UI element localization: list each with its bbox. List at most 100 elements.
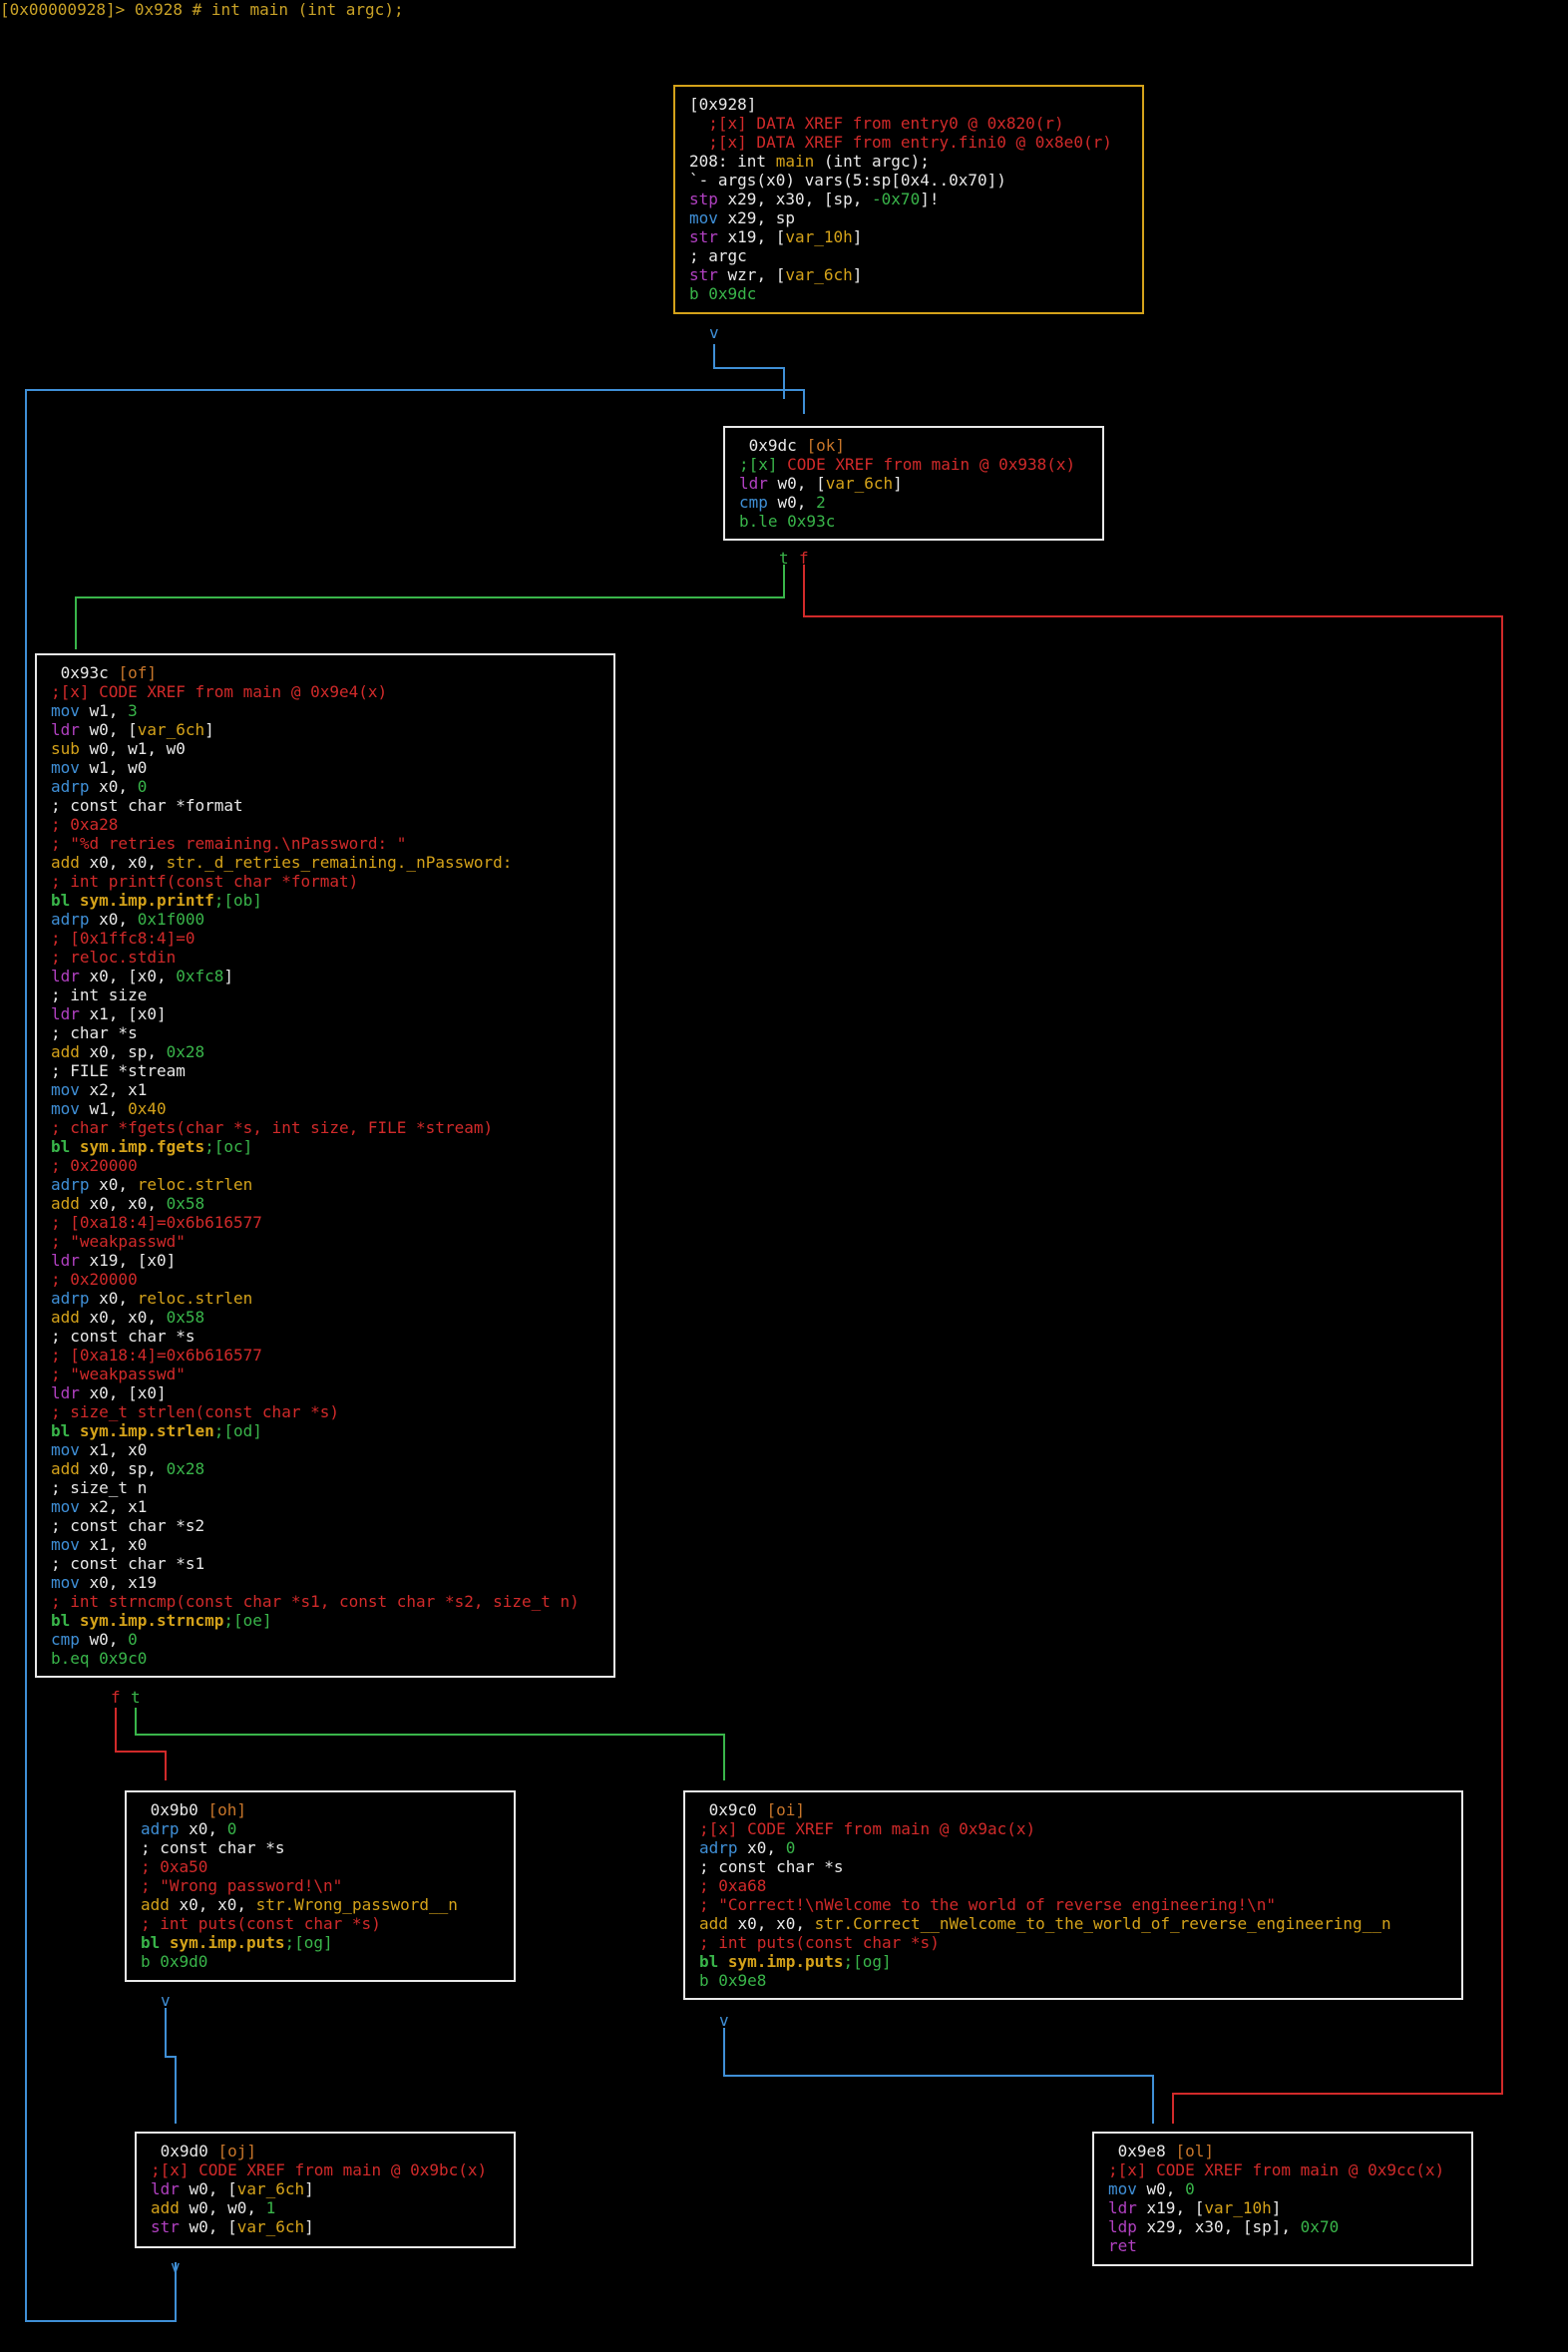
asm-line: 0x9dc [ok]	[739, 436, 1090, 455]
asm-token: mov	[51, 1440, 80, 1459]
basic-block-0x928[interactable]: [0x928] ;[x] DATA XREF from entry0 @ 0x8…	[673, 85, 1144, 314]
asm-line: mov w0, 0	[1108, 2179, 1459, 2198]
asm-token: `- args(x0) vars(5:sp[0x4..0x70])	[689, 171, 1006, 190]
asm-line: mov x0, x19	[51, 1573, 601, 1592]
asm-line: bl sym.imp.strncmp;[oe]	[51, 1611, 601, 1630]
asm-line: adrp x0, 0x1f000	[51, 910, 601, 929]
asm-line: mov x2, x1	[51, 1497, 601, 1516]
asm-token: 0x58	[166, 1194, 205, 1213]
asm-token: 208: int	[689, 152, 776, 171]
basic-block-0x93c[interactable]: 0x93c [of] ;[x] CODE XREF from main @ 0x9…	[35, 653, 615, 1678]
asm-token: 0x1f000	[137, 910, 205, 929]
asm-line: 0x93c [of]	[51, 663, 601, 682]
asm-line: b.le 0x93c	[739, 512, 1090, 531]
asm-token: sym.imp.fgets	[79, 1137, 205, 1156]
asm-token: ;[x] DATA XREF from entry0 @ 0x820(r)	[689, 114, 1064, 133]
asm-token: mov	[51, 1497, 80, 1516]
asm-token: ;[oe]	[223, 1611, 272, 1630]
asm-line: ; 0xa50	[141, 1857, 502, 1876]
asm-token: bl	[51, 1137, 80, 1156]
asm-token: mov	[51, 1535, 80, 1554]
asm-line: b 0x9e8	[699, 1971, 1449, 1990]
asm-line: ; const char *s	[51, 1327, 601, 1346]
asm-token: x19, [	[717, 227, 786, 246]
asm-token: ldr	[151, 2179, 180, 2198]
asm-token: reloc.strlen	[137, 1289, 253, 1308]
asm-token: adrp	[51, 777, 90, 796]
asm-line: ;[x] CODE XREF from main @ 0x9cc(x)	[1108, 2160, 1459, 2179]
asm-line: ;[x] CODE XREF from main @ 0x9bc(x)	[151, 2160, 502, 2179]
asm-token: 2	[816, 493, 826, 512]
asm-line: sub w0, w1, w0	[51, 739, 601, 758]
asm-token: x0, sp,	[79, 1459, 167, 1478]
asm-token: x0, sp,	[79, 1042, 167, 1061]
asm-token: mov	[51, 1080, 80, 1099]
asm-token: (int argc);	[814, 152, 930, 171]
asm-token: x2, x1	[79, 1080, 148, 1099]
basic-block-0x9b0[interactable]: 0x9b0 [oh] adrp x0, 0; const char *s; 0xa…	[125, 1790, 516, 1982]
asm-line: ldr w0, [var_6ch]	[51, 720, 601, 739]
asm-token: x0,	[89, 1289, 138, 1308]
asm-line: ; [0xa18:4]=0x6b616577	[51, 1346, 601, 1365]
asm-token: b 0x9dc	[689, 284, 757, 303]
basic-block-0x9e8[interactable]: 0x9e8 [ol] ;[x] CODE XREF from main @ 0x9…	[1092, 2132, 1473, 2266]
asm-line: ; char *fgets(char *s, int size, FILE *s…	[51, 1118, 601, 1137]
asm-line: ; int strncmp(const char *s1, const char…	[51, 1592, 601, 1611]
asm-token: x1, x0	[79, 1440, 148, 1459]
asm-token: x0, x0,	[169, 1895, 256, 1914]
asm-token: w1, w0	[79, 758, 148, 777]
asm-token: adrp	[141, 1819, 180, 1838]
asm-line: `- args(x0) vars(5:sp[0x4..0x70])	[689, 171, 1130, 190]
asm-token: ; 0xa68	[699, 1876, 767, 1895]
asm-line: ; "Wrong password!\n"	[141, 1876, 502, 1895]
asm-token: str	[689, 265, 718, 284]
asm-token: mov	[689, 208, 718, 227]
asm-token: ; int puts(const char *s)	[699, 1933, 940, 1952]
asm-line: b 0x9d0	[141, 1952, 502, 1971]
asm-token: [oh]	[207, 1800, 246, 1819]
asm-line: ;[x] CODE XREF from main @ 0x9e4(x)	[51, 682, 601, 701]
asm-token: ; int printf(const char *format)	[51, 872, 359, 891]
asm-token: 0x40	[128, 1099, 167, 1118]
asm-token: ; "Correct!\nWelcome to the world of rev…	[699, 1895, 1276, 1914]
asm-token: ;[og]	[284, 1933, 333, 1952]
asm-token: x1, [x0]	[79, 1004, 167, 1023]
asm-token: ]	[893, 474, 903, 493]
asm-token: mov	[51, 758, 80, 777]
edge-label-f-93c: f	[111, 1688, 121, 1707]
asm-line: 0x9c0 [oi]	[699, 1800, 1449, 1819]
asm-token: mov	[51, 1099, 80, 1118]
asm-token: 0x93c	[51, 663, 119, 682]
asm-line: ldr x0, [x0]	[51, 1383, 601, 1402]
asm-token: ; char *fgets(char *s, int size, FILE *s…	[51, 1118, 494, 1137]
asm-token: main	[775, 152, 815, 171]
basic-block-0x9c0[interactable]: 0x9c0 [oi] ;[x] CODE XREF from main @ 0x9…	[683, 1790, 1463, 2000]
asm-token: b.le 0x93c	[739, 512, 836, 531]
asm-line: adrp x0, 0	[141, 1819, 502, 1838]
asm-token: sym.imp.puts	[727, 1952, 844, 1971]
asm-line: ldr x19, [var_10h]	[1108, 2198, 1459, 2217]
asm-line: ; int printf(const char *format)	[51, 872, 601, 891]
asm-token: ldr	[51, 1004, 80, 1023]
asm-token: 0xfc8	[176, 967, 224, 985]
asm-line: ; "Correct!\nWelcome to the world of rev…	[699, 1895, 1449, 1914]
asm-token: mov	[51, 1573, 80, 1592]
asm-token: str.Correct__nWelcome_to_the_world_of_re…	[814, 1914, 1391, 1933]
asm-token: var_6ch	[825, 474, 894, 493]
asm-token: w0, [	[179, 2217, 237, 2236]
asm-line: b 0x9dc	[689, 284, 1130, 303]
asm-line: str w0, [var_6ch]	[151, 2217, 502, 2236]
asm-line: adrp x0, reloc.strlen	[51, 1175, 601, 1194]
asm-token: ; const char *format	[51, 796, 243, 815]
asm-line: ; "%d retries remaining.\nPassword: "	[51, 834, 601, 853]
asm-token: ldr	[51, 967, 80, 985]
asm-line: bl sym.imp.fgets;[oc]	[51, 1137, 601, 1156]
asm-token: bl	[51, 891, 80, 910]
edge-label-v-9b0: v	[161, 1991, 171, 2010]
asm-token: w1,	[79, 701, 129, 720]
asm-line: ; const char *s2	[51, 1516, 601, 1535]
basic-block-0x9d0[interactable]: 0x9d0 [oj] ;[x] CODE XREF from main @ 0x9…	[135, 2132, 516, 2248]
basic-block-0x9dc[interactable]: 0x9dc [ok] ;[x] CODE XREF from main @ 0x9…	[723, 426, 1104, 541]
asm-line: ldr x1, [x0]	[51, 1004, 601, 1023]
asm-line: ;[x] DATA XREF from entry0 @ 0x820(r)	[689, 114, 1130, 133]
